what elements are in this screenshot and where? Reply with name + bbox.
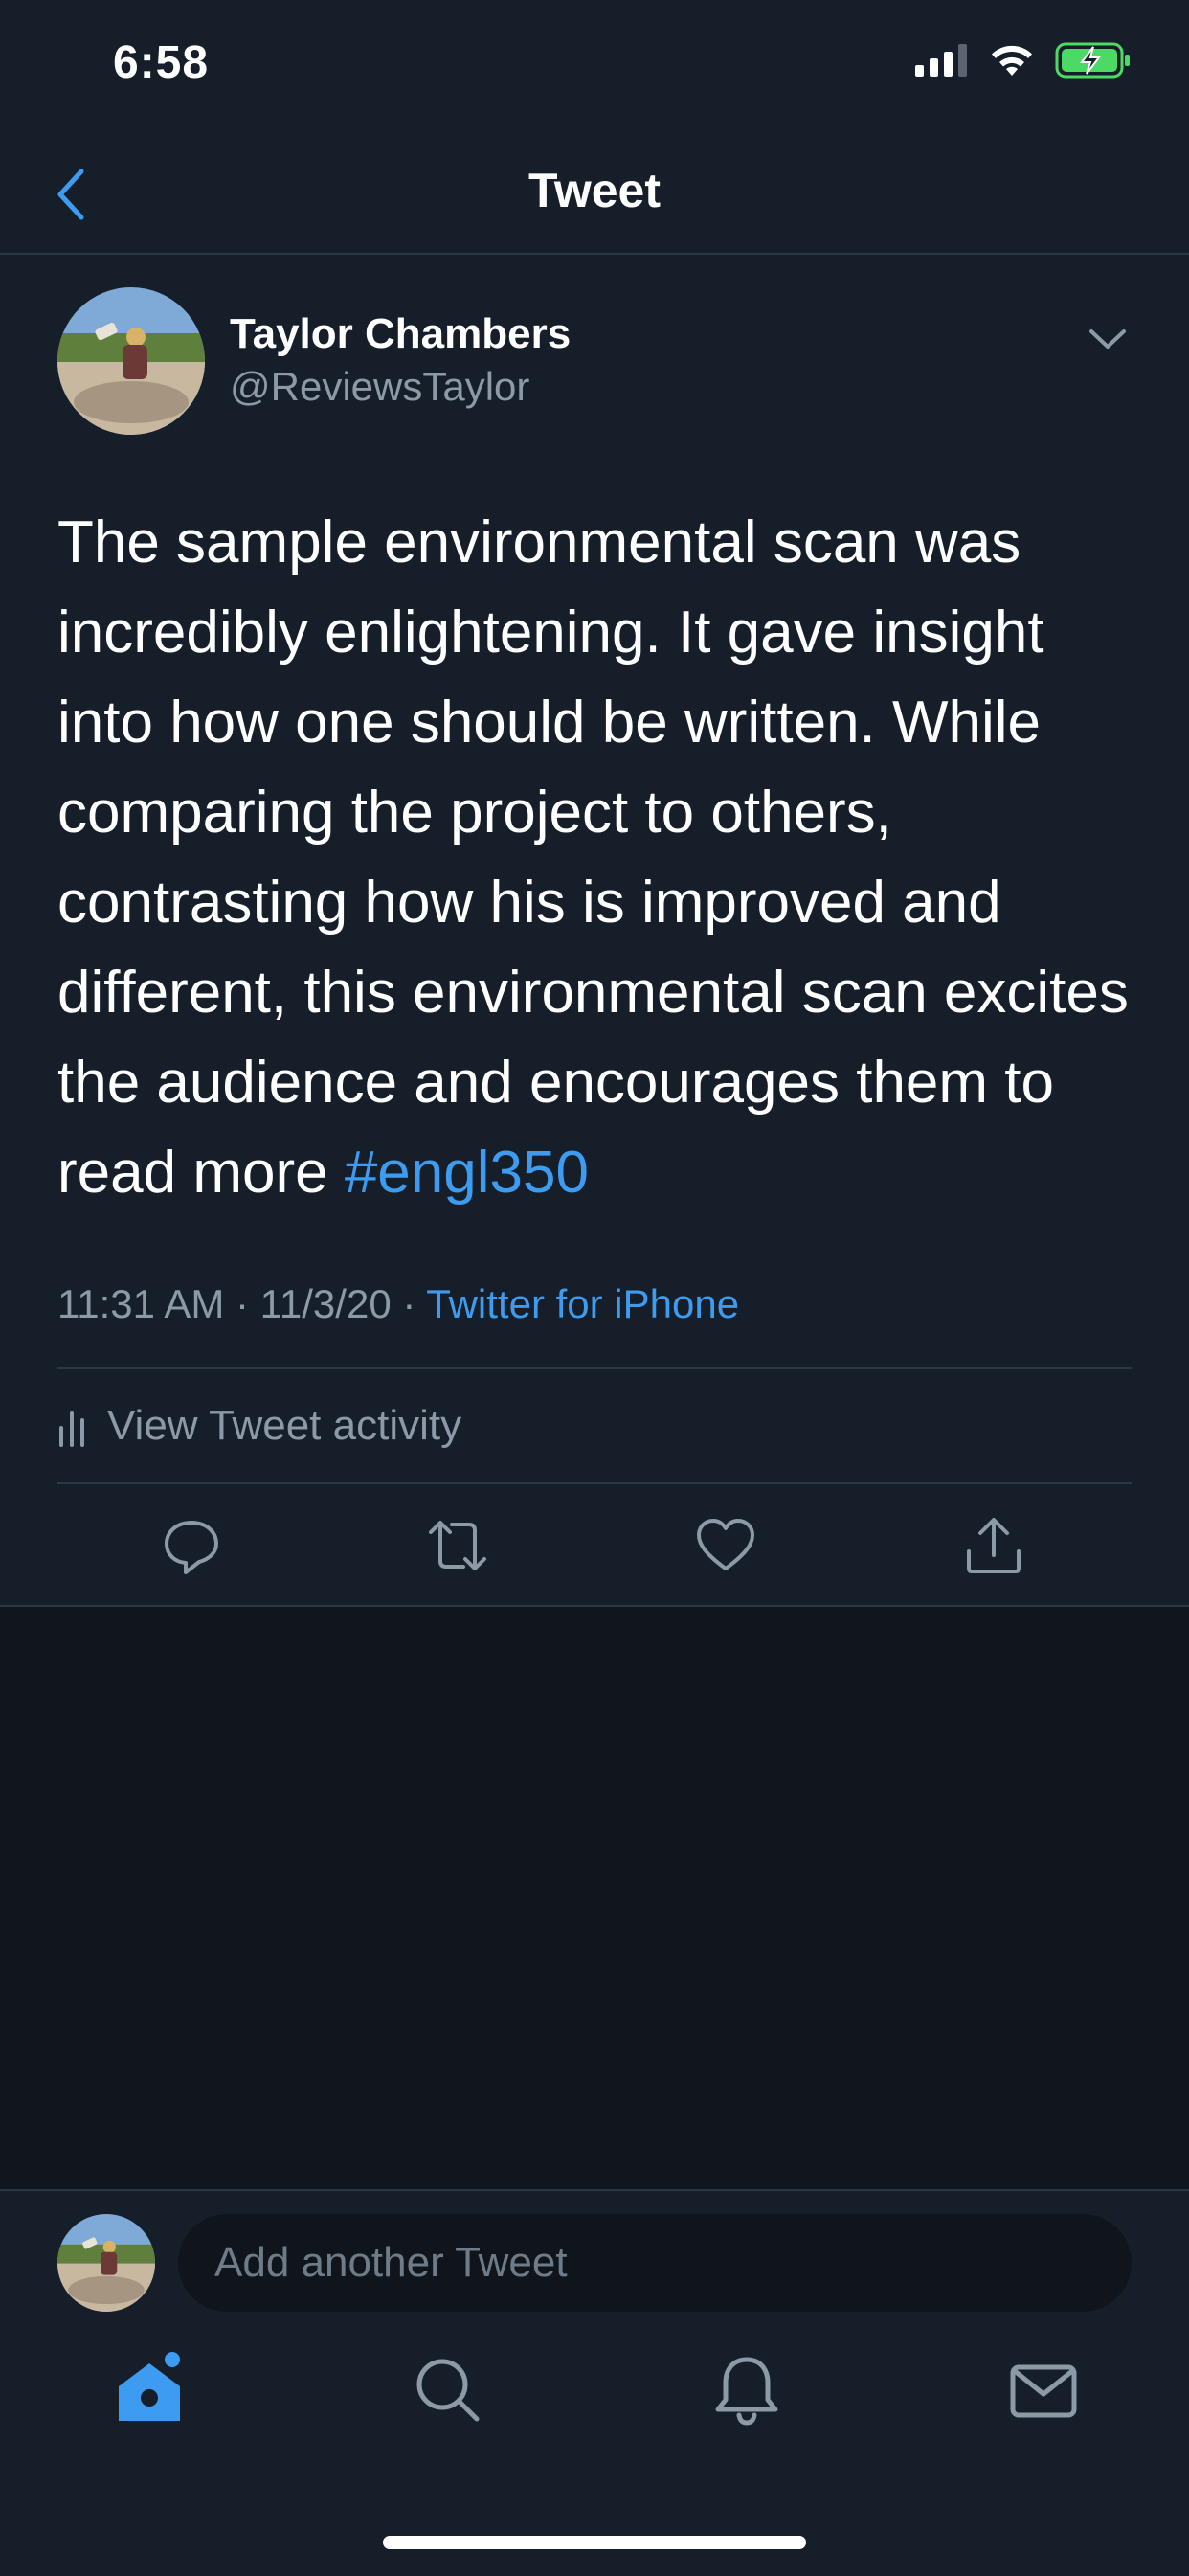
avatar[interactable]: [57, 287, 205, 435]
page-title: Tweet: [528, 164, 661, 217]
tab-notifications[interactable]: [708, 2352, 785, 2429]
share-button[interactable]: [963, 1515, 1024, 1576]
avatar[interactable]: [57, 2214, 155, 2312]
heart-icon: [697, 1519, 754, 1570]
navigation-bar: Tweet: [0, 134, 1189, 255]
wifi-icon: [992, 45, 1032, 76]
compose-bar: [0, 2189, 1189, 2576]
tweet-author: Taylor Chambers @ReviewsTaylor: [57, 287, 1132, 441]
reply-icon: [165, 1521, 218, 1574]
bell-icon: [715, 2357, 778, 2426]
battery-charging-icon: [1055, 42, 1130, 79]
status-bar: 6:58: [0, 0, 1189, 134]
view-tweet-activity-button[interactable]: View Tweet activity: [57, 1369, 461, 1482]
tweet-body: The sample environmental scan was incred…: [57, 509, 1129, 1206]
tweet-metadata: 11:31 AM · 11/3/20 · Twitter for iPhone: [57, 1281, 739, 1327]
activity-label: View Tweet activity: [107, 1402, 462, 1449]
cellular-signal-icon: [915, 44, 967, 77]
retweet-button[interactable]: [427, 1515, 488, 1576]
tweet-menu-button[interactable]: [1084, 316, 1132, 364]
share-icon: [967, 1518, 1021, 1573]
avatar-photo: [57, 287, 205, 435]
mail-icon: [1010, 2364, 1077, 2418]
author-name[interactable]: Taylor Chambers: [230, 310, 571, 358]
tab-messages[interactable]: [1005, 2352, 1082, 2429]
status-time: 6:58: [113, 37, 210, 88]
tweet-actions: [0, 1486, 1189, 1607]
home-indicator: [383, 2536, 806, 2549]
tweet-source-link[interactable]: Twitter for iPhone: [426, 1281, 739, 1326]
search-icon: [416, 2359, 480, 2422]
tab-home[interactable]: [111, 2352, 188, 2429]
reply-button[interactable]: [161, 1515, 222, 1576]
tweet-text: The sample environmental scan was incred…: [57, 498, 1139, 1218]
hashtag-link[interactable]: #engl350: [345, 1140, 589, 1206]
like-button[interactable]: [695, 1515, 756, 1576]
bar-chart-icon: [59, 1411, 84, 1447]
divider: [57, 1482, 1132, 1484]
author-handle[interactable]: @ReviewsTaylor: [230, 364, 529, 410]
tweet-timestamp: 11:31 AM · 11/3/20 ·: [57, 1281, 427, 1326]
home-icon: [119, 2352, 180, 2421]
avatar-photo: [57, 2214, 155, 2312]
status-icons: [915, 42, 1132, 79]
add-tweet-input[interactable]: [178, 2214, 1132, 2312]
tab-search[interactable]: [410, 2352, 486, 2429]
retweet-icon: [429, 1521, 486, 1570]
chevron-down-icon: [1089, 329, 1126, 349]
